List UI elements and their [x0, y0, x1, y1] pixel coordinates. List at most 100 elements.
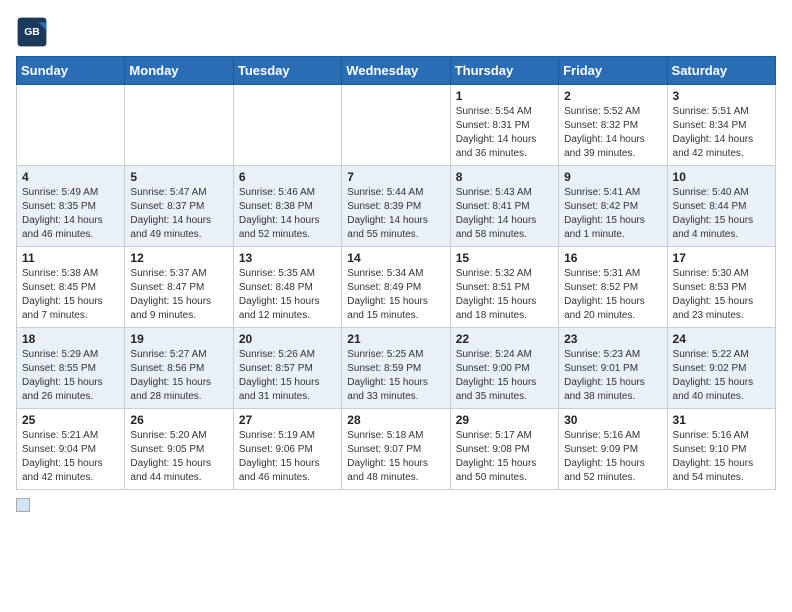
day-info: Sunrise: 5:34 AM Sunset: 8:49 PM Dayligh… — [347, 267, 444, 323]
day-info: Sunrise: 5:37 AM Sunset: 8:47 PM Dayligh… — [130, 267, 227, 323]
calendar-header-row: SundayMondayTuesdayWednesdayThursdayFrid… — [17, 57, 776, 85]
calendar-day-cell: 25 Sunrise: 5:21 AM Sunset: 9:04 PM Dayli… — [17, 409, 125, 490]
day-info: Sunrise: 5:51 AM Sunset: 8:34 PM Dayligh… — [673, 105, 770, 161]
day-number: 29 — [456, 413, 553, 427]
day-number: 20 — [239, 332, 336, 346]
calendar-day-cell: 13 Sunrise: 5:35 AM Sunset: 8:48 PM Dayli… — [233, 247, 341, 328]
calendar-week-row: 25 Sunrise: 5:21 AM Sunset: 9:04 PM Dayli… — [17, 409, 776, 490]
day-info: Sunrise: 5:18 AM Sunset: 9:07 PM Dayligh… — [347, 429, 444, 485]
calendar-day-cell: 4Sunrise: 5:49 AM Sunset: 8:35 PM Daylig… — [17, 166, 125, 247]
day-info: Sunrise: 5:21 AM Sunset: 9:04 PM Dayligh… — [22, 429, 119, 485]
calendar-week-row: 1Sunrise: 5:54 AM Sunset: 8:31 PM Daylig… — [17, 85, 776, 166]
calendar-day-cell: 5 Sunrise: 5:47 AM Sunset: 8:37 PM Daylig… — [125, 166, 233, 247]
calendar-day-cell: 1Sunrise: 5:54 AM Sunset: 8:31 PM Daylig… — [450, 85, 558, 166]
day-info: Sunrise: 5:26 AM Sunset: 8:57 PM Dayligh… — [239, 348, 336, 404]
day-number: 31 — [673, 413, 770, 427]
day-number: 22 — [456, 332, 553, 346]
calendar-week-row: 11 Sunrise: 5:38 AM Sunset: 8:45 PM Dayli… — [17, 247, 776, 328]
svg-text:GB: GB — [24, 27, 40, 38]
calendar-day-cell: 30Sunrise: 5:16 AM Sunset: 9:09 PM Dayli… — [559, 409, 667, 490]
calendar-day-cell: 16 Sunrise: 5:31 AM Sunset: 8:52 PM Dayli… — [559, 247, 667, 328]
calendar-day-cell: 29 Sunrise: 5:17 AM Sunset: 9:08 PM Dayli… — [450, 409, 558, 490]
calendar-day-cell: 20 Sunrise: 5:26 AM Sunset: 8:57 PM Dayli… — [233, 328, 341, 409]
calendar-day-cell: 2 Sunrise: 5:52 AM Sunset: 8:32 PM Daylig… — [559, 85, 667, 166]
calendar-day-cell: 3 Sunrise: 5:51 AM Sunset: 8:34 PM Daylig… — [667, 85, 775, 166]
day-info: Sunrise: 5:27 AM Sunset: 8:56 PM Dayligh… — [130, 348, 227, 404]
day-number: 3 — [673, 89, 770, 103]
calendar-day-cell: 15 Sunrise: 5:32 AM Sunset: 8:51 PM Dayli… — [450, 247, 558, 328]
calendar-day-cell: 11 Sunrise: 5:38 AM Sunset: 8:45 PM Dayli… — [17, 247, 125, 328]
day-info: Sunrise: 5:31 AM Sunset: 8:52 PM Dayligh… — [564, 267, 661, 323]
day-number: 10 — [673, 170, 770, 184]
day-number: 4 — [22, 170, 119, 184]
day-number: 17 — [673, 251, 770, 265]
day-info: Sunrise: 5:25 AM Sunset: 8:59 PM Dayligh… — [347, 348, 444, 404]
day-number: 19 — [130, 332, 227, 346]
calendar-day-cell: 18 Sunrise: 5:29 AM Sunset: 8:55 PM Dayli… — [17, 328, 125, 409]
day-info: Sunrise: 5:52 AM Sunset: 8:32 PM Dayligh… — [564, 105, 661, 161]
day-info: Sunrise: 5:17 AM Sunset: 9:08 PM Dayligh… — [456, 429, 553, 485]
day-number: 12 — [130, 251, 227, 265]
calendar-day-cell: 24Sunrise: 5:22 AM Sunset: 9:02 PM Dayli… — [667, 328, 775, 409]
calendar-day-cell: 22 Sunrise: 5:24 AM Sunset: 9:00 PM Dayli… — [450, 328, 558, 409]
day-number: 2 — [564, 89, 661, 103]
calendar-day-cell: 9Sunrise: 5:41 AM Sunset: 8:42 PM Daylig… — [559, 166, 667, 247]
day-number: 27 — [239, 413, 336, 427]
day-number: 24 — [673, 332, 770, 346]
day-info: Sunrise: 5:43 AM Sunset: 8:41 PM Dayligh… — [456, 186, 553, 242]
calendar-day-cell — [17, 85, 125, 166]
day-info: Sunrise: 5:54 AM Sunset: 8:31 PM Dayligh… — [456, 105, 553, 161]
day-number: 16 — [564, 251, 661, 265]
day-info: Sunrise: 5:20 AM Sunset: 9:05 PM Dayligh… — [130, 429, 227, 485]
day-number: 18 — [22, 332, 119, 346]
calendar-day-header: Saturday — [667, 57, 775, 85]
calendar-day-cell — [342, 85, 450, 166]
day-number: 30 — [564, 413, 661, 427]
day-number: 15 — [456, 251, 553, 265]
day-number: 21 — [347, 332, 444, 346]
calendar-day-cell: 19 Sunrise: 5:27 AM Sunset: 8:56 PM Dayli… — [125, 328, 233, 409]
calendar-day-header: Monday — [125, 57, 233, 85]
calendar-day-cell: 6 Sunrise: 5:46 AM Sunset: 8:38 PM Daylig… — [233, 166, 341, 247]
logo: GB — [16, 16, 52, 48]
calendar-day-cell: 10 Sunrise: 5:40 AM Sunset: 8:44 PM Dayli… — [667, 166, 775, 247]
day-info: Sunrise: 5:16 AM Sunset: 9:10 PM Dayligh… — [673, 429, 770, 485]
day-number: 25 — [22, 413, 119, 427]
page-header: GB — [16, 16, 776, 48]
day-info: Sunrise: 5:32 AM Sunset: 8:51 PM Dayligh… — [456, 267, 553, 323]
calendar-week-row: 4Sunrise: 5:49 AM Sunset: 8:35 PM Daylig… — [17, 166, 776, 247]
calendar-day-cell: 12 Sunrise: 5:37 AM Sunset: 8:47 PM Dayli… — [125, 247, 233, 328]
calendar-day-header: Sunday — [17, 57, 125, 85]
calendar-day-cell: 21 Sunrise: 5:25 AM Sunset: 8:59 PM Dayli… — [342, 328, 450, 409]
day-number: 5 — [130, 170, 227, 184]
calendar-day-header: Thursday — [450, 57, 558, 85]
calendar-day-header: Wednesday — [342, 57, 450, 85]
day-info: Sunrise: 5:46 AM Sunset: 8:38 PM Dayligh… — [239, 186, 336, 242]
day-info: Sunrise: 5:38 AM Sunset: 8:45 PM Dayligh… — [22, 267, 119, 323]
day-number: 26 — [130, 413, 227, 427]
day-number: 9 — [564, 170, 661, 184]
calendar-day-cell: 31 Sunrise: 5:16 AM Sunset: 9:10 PM Dayli… — [667, 409, 775, 490]
day-number: 7 — [347, 170, 444, 184]
day-number: 14 — [347, 251, 444, 265]
day-number: 6 — [239, 170, 336, 184]
calendar-day-header: Friday — [559, 57, 667, 85]
day-info: Sunrise: 5:24 AM Sunset: 9:00 PM Dayligh… — [456, 348, 553, 404]
day-info: Sunrise: 5:44 AM Sunset: 8:39 PM Dayligh… — [347, 186, 444, 242]
day-info: Sunrise: 5:23 AM Sunset: 9:01 PM Dayligh… — [564, 348, 661, 404]
day-info: Sunrise: 5:47 AM Sunset: 8:37 PM Dayligh… — [130, 186, 227, 242]
day-number: 11 — [22, 251, 119, 265]
calendar-day-cell: 7 Sunrise: 5:44 AM Sunset: 8:39 PM Daylig… — [342, 166, 450, 247]
day-info: Sunrise: 5:40 AM Sunset: 8:44 PM Dayligh… — [673, 186, 770, 242]
calendar-day-cell: 8Sunrise: 5:43 AM Sunset: 8:41 PM Daylig… — [450, 166, 558, 247]
calendar-day-cell: 27Sunrise: 5:19 AM Sunset: 9:06 PM Dayli… — [233, 409, 341, 490]
calendar-day-cell: 26 Sunrise: 5:20 AM Sunset: 9:05 PM Dayli… — [125, 409, 233, 490]
day-info: Sunrise: 5:30 AM Sunset: 8:53 PM Dayligh… — [673, 267, 770, 323]
calendar-day-cell: 28Sunrise: 5:18 AM Sunset: 9:07 PM Dayli… — [342, 409, 450, 490]
day-info: Sunrise: 5:29 AM Sunset: 8:55 PM Dayligh… — [22, 348, 119, 404]
day-number: 13 — [239, 251, 336, 265]
calendar-day-cell: 17 Sunrise: 5:30 AM Sunset: 8:53 PM Dayli… — [667, 247, 775, 328]
calendar-day-cell — [125, 85, 233, 166]
day-info: Sunrise: 5:35 AM Sunset: 8:48 PM Dayligh… — [239, 267, 336, 323]
calendar-table: SundayMondayTuesdayWednesdayThursdayFrid… — [16, 56, 776, 490]
